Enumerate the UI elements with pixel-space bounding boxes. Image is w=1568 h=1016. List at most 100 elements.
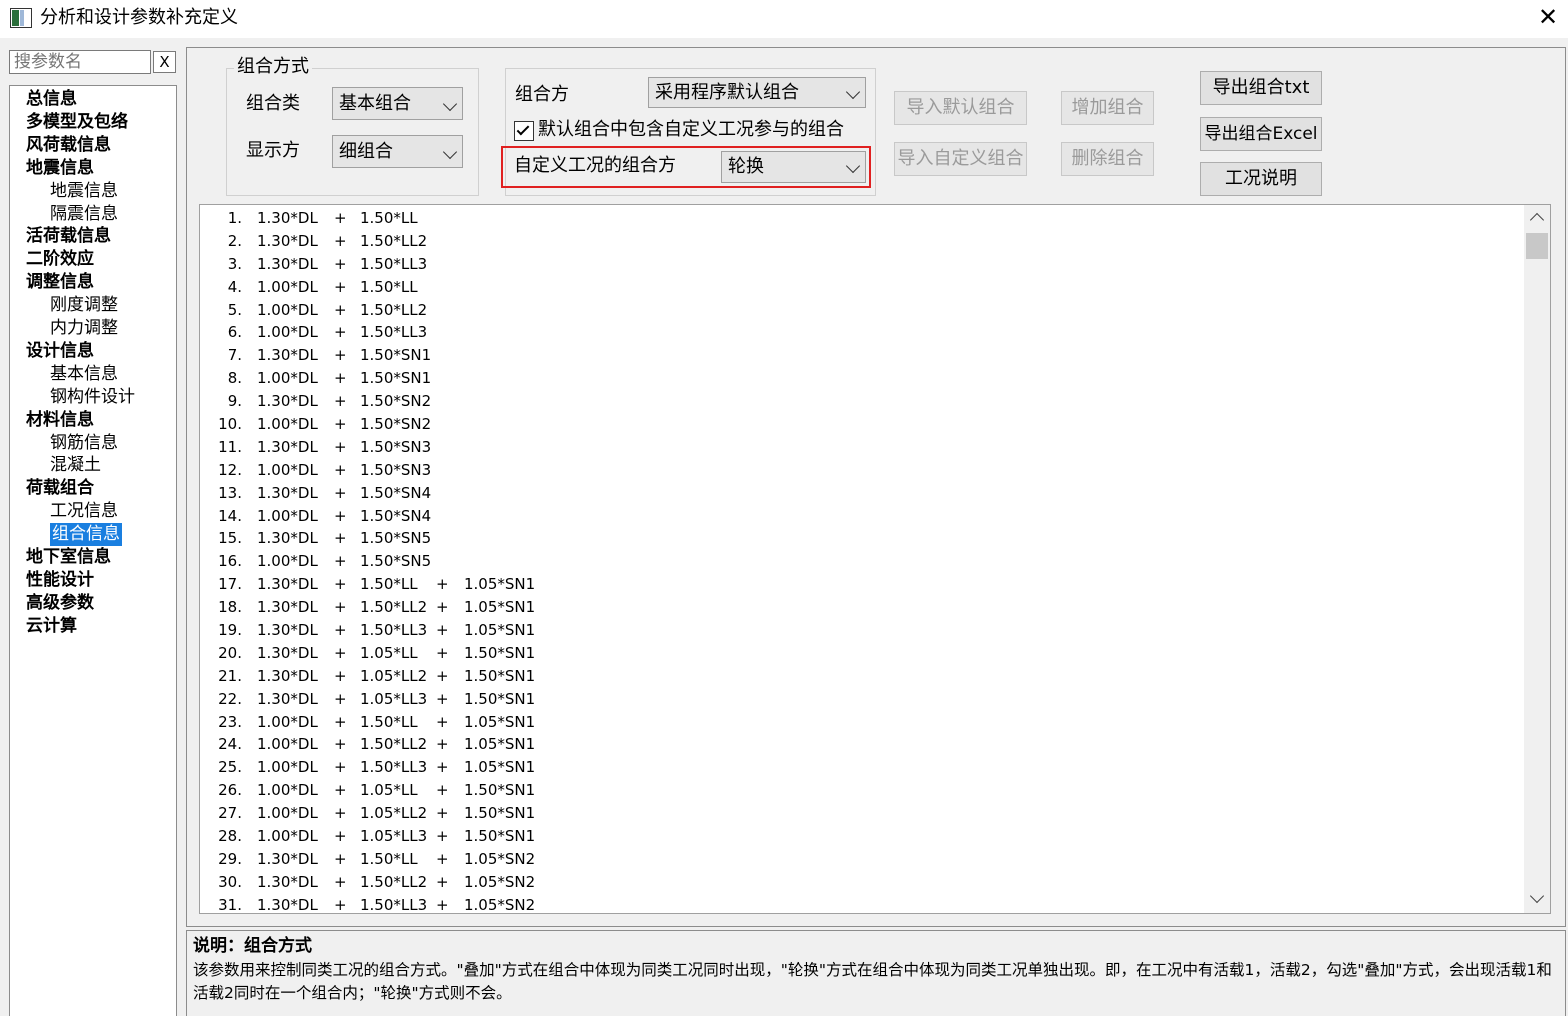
tree-item[interactable]: 性能设计 <box>26 569 94 592</box>
list-item[interactable]: 29. 1.30*DL +1.50*LL +1.05*SN2 <box>200 848 1520 871</box>
load-term: 1.50*SN5 <box>360 529 432 548</box>
tree-item[interactable]: 地震信息 <box>26 157 94 180</box>
search-clear-button[interactable]: X <box>153 51 176 73</box>
combo-type-select[interactable]: 基本组合 <box>332 87 463 120</box>
combo-method-label: 组合方 <box>515 84 569 105</box>
list-item[interactable]: 18. 1.30*DL +1.50*LL2 +1.05*SN1 <box>200 596 1520 619</box>
case-description-button[interactable]: 工况说明 <box>1200 162 1322 196</box>
row-number: 10. <box>218 415 242 434</box>
load-term: 1.30*DL <box>257 392 318 411</box>
row-number: 20. <box>218 643 242 662</box>
tree-item[interactable]: 地震信息 <box>50 180 118 203</box>
close-icon[interactable]: ✕ <box>1532 2 1564 34</box>
list-item[interactable]: 30. 1.30*DL +1.50*LL2 +1.05*SN2 <box>200 871 1520 894</box>
list-item[interactable]: 25. 1.00*DL +1.50*LL3 +1.05*SN1 <box>200 756 1520 779</box>
tree-item[interactable]: 多模型及包络 <box>26 111 128 134</box>
plus-operator: + <box>334 666 347 685</box>
tree-item[interactable]: 材料信息 <box>26 409 94 432</box>
list-item[interactable]: 31. 1.30*DL +1.50*LL3 +1.05*SN2 <box>200 894 1520 914</box>
tree-item[interactable]: 荷载组合 <box>26 477 94 500</box>
include-custom-checkbox[interactable] <box>514 121 534 141</box>
list-item[interactable]: 12. 1.00*DL +1.50*SN3 <box>200 459 1520 482</box>
list-item[interactable]: 6. 1.00*DL +1.50*LL3 <box>200 321 1520 344</box>
plus-operator: + <box>436 735 449 754</box>
list-item[interactable]: 27. 1.00*DL +1.05*LL2 +1.50*SN1 <box>200 802 1520 825</box>
load-term: 1.50*SN4 <box>360 506 432 525</box>
plus-operator: + <box>436 575 449 594</box>
chevron-up-icon[interactable] <box>1529 212 1545 228</box>
chevron-down-icon[interactable] <box>1529 888 1545 904</box>
row-number: 5. <box>227 300 242 319</box>
list-item[interactable]: 20. 1.30*DL +1.05*LL +1.50*SN1 <box>200 642 1520 665</box>
tree-item[interactable]: 风荷载信息 <box>26 134 111 157</box>
vertical-scrollbar[interactable] <box>1524 205 1550 913</box>
include-custom-label: 默认组合中包含自定义工况参与的组合 <box>538 119 844 140</box>
tree-item[interactable]: 云计算 <box>26 615 77 638</box>
list-item[interactable]: 13. 1.30*DL +1.50*SN4 <box>200 482 1520 505</box>
list-item[interactable]: 26. 1.00*DL +1.05*LL +1.50*SN1 <box>200 779 1520 802</box>
tree-item[interactable]: 二阶效应 <box>26 248 94 271</box>
row-number: 21. <box>218 666 242 685</box>
search-input[interactable] <box>9 50 151 74</box>
tree-item[interactable]: 钢筋信息 <box>50 432 118 455</box>
add-combo-button[interactable]: 增加组合 <box>1061 91 1154 125</box>
list-item[interactable]: 1. 1.30*DL +1.50*LL <box>200 207 1520 230</box>
list-item[interactable]: 16. 1.00*DL +1.50*SN5 <box>200 550 1520 573</box>
export-excel-button[interactable]: 导出组合Excel <box>1200 117 1322 151</box>
tree-item[interactable]: 设计信息 <box>26 340 94 363</box>
list-item[interactable]: 10. 1.00*DL +1.50*SN2 <box>200 413 1520 436</box>
tree-item[interactable]: 内力调整 <box>50 317 118 340</box>
combination-list[interactable]: 1. 1.30*DL +1.50*LL 2. 1.30*DL +1.50*LL2 3. 1.3… <box>199 204 1551 914</box>
row-number: 29. <box>218 849 242 868</box>
tree-item[interactable]: 活荷载信息 <box>26 225 111 248</box>
plus-operator: + <box>334 895 347 914</box>
delete-combo-button[interactable]: 删除组合 <box>1061 142 1154 176</box>
combo-method-select[interactable]: 采用程序默认组合 <box>648 77 866 108</box>
list-item[interactable]: 8. 1.00*DL +1.50*SN1 <box>200 367 1520 390</box>
list-item[interactable]: 14. 1.00*DL +1.50*SN4 <box>200 505 1520 528</box>
list-item[interactable]: 23. 1.00*DL +1.50*LL +1.05*SN1 <box>200 711 1520 734</box>
load-term: 1.30*DL <box>257 872 318 891</box>
list-item[interactable]: 24. 1.00*DL +1.50*LL2 +1.05*SN1 <box>200 733 1520 756</box>
list-item[interactable]: 7. 1.30*DL +1.50*SN1 <box>200 344 1520 367</box>
tree-item[interactable]: 刚度调整 <box>50 294 118 317</box>
window-title: 分析和设计参数补充定义 <box>40 7 238 28</box>
list-item[interactable]: 21. 1.30*DL +1.05*LL2 +1.50*SN1 <box>200 665 1520 688</box>
tree-item[interactable]: 基本信息 <box>50 363 118 386</box>
row-number: 23. <box>218 712 242 731</box>
display-mode-select[interactable]: 细组合 <box>332 135 463 168</box>
plus-operator: + <box>334 872 347 891</box>
list-item[interactable]: 4. 1.00*DL +1.50*LL <box>200 276 1520 299</box>
list-item[interactable]: 3. 1.30*DL +1.50*LL3 <box>200 253 1520 276</box>
load-term: 1.00*DL <box>257 781 318 800</box>
tree-item[interactable]: 组合信息 <box>50 523 122 547</box>
list-item[interactable]: 11. 1.30*DL +1.50*SN3 <box>200 436 1520 459</box>
scrollbar-thumb[interactable] <box>1526 233 1548 259</box>
import-custom-button[interactable]: 导入自定义组合 <box>894 142 1027 176</box>
tree-item[interactable]: 钢构件设计 <box>50 386 135 409</box>
load-term: 1.50*SN1 <box>360 346 432 365</box>
chevron-down-icon <box>442 96 458 112</box>
tree-item[interactable]: 隔震信息 <box>50 203 118 226</box>
tree-item[interactable]: 调整信息 <box>26 271 94 294</box>
row-number: 7. <box>227 346 242 365</box>
list-item[interactable]: 28. 1.00*DL +1.05*LL3 +1.50*SN1 <box>200 825 1520 848</box>
load-term: 1.50*LL3 <box>360 758 428 777</box>
tree-item[interactable]: 工况信息 <box>50 500 118 523</box>
export-txt-button[interactable]: 导出组合txt <box>1200 71 1322 105</box>
list-item[interactable]: 19. 1.30*DL +1.50*LL3 +1.05*SN1 <box>200 619 1520 642</box>
load-term: 1.50*SN1 <box>464 666 536 685</box>
list-item[interactable]: 2. 1.30*DL +1.50*LL2 <box>200 230 1520 253</box>
list-item[interactable]: 15. 1.30*DL +1.50*SN5 <box>200 527 1520 550</box>
list-item[interactable]: 9. 1.30*DL +1.50*SN2 <box>200 390 1520 413</box>
list-item[interactable]: 22. 1.30*DL +1.05*LL3 +1.50*SN1 <box>200 688 1520 711</box>
tree-item[interactable]: 混凝土 <box>50 454 101 477</box>
load-term: 1.00*DL <box>257 552 318 571</box>
tree-item[interactable]: 高级参数 <box>26 592 94 615</box>
list-item[interactable]: 17. 1.30*DL +1.50*LL +1.05*SN1 <box>200 573 1520 596</box>
import-default-button[interactable]: 导入默认组合 <box>894 91 1027 125</box>
tree-item[interactable]: 总信息 <box>26 88 77 111</box>
custom-method-select[interactable]: 轮换 <box>721 151 866 183</box>
list-item[interactable]: 5. 1.00*DL +1.50*LL2 <box>200 299 1520 322</box>
tree-item[interactable]: 地下室信息 <box>26 546 111 569</box>
